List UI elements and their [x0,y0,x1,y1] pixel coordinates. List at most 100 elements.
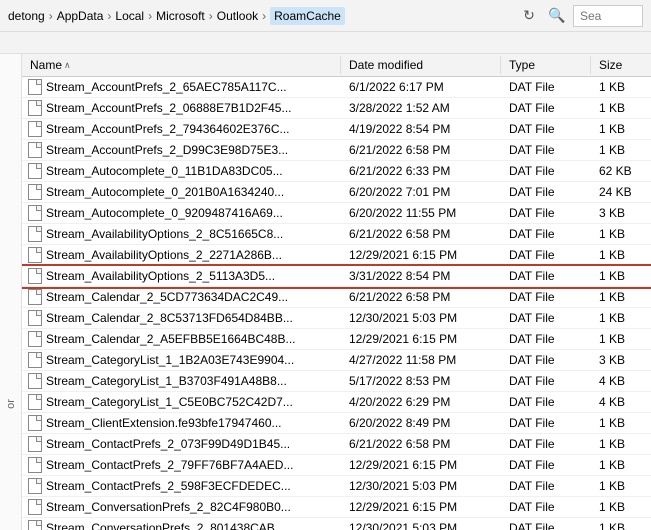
file-type-cell: DAT File [501,245,591,265]
table-row[interactable]: Stream_ClientExtension.fe93bfe17947460..… [22,413,651,434]
table-row[interactable]: Stream_ConversationPrefs_2_82C4F980B0...… [22,497,651,518]
table-row[interactable]: Stream_ContactPrefs_2_073F99D49D1B45...6… [22,434,651,455]
file-size-cell: 1 KB [591,140,651,160]
breadcrumb-outlook[interactable]: Outlook [217,9,258,23]
breadcrumb-appdata[interactable]: AppData [57,9,104,23]
file-type-cell: DAT File [501,203,591,223]
file-icon [28,268,42,284]
file-name-text: Stream_AccountPrefs_2_794364602E376C... [46,122,290,136]
file-icon [28,79,42,95]
file-type-cell: DAT File [501,455,591,475]
table-row[interactable]: Stream_Calendar_2_8C53713FD654D84BB...12… [22,308,651,329]
file-size-cell: 4 KB [591,392,651,412]
column-headers: Name ∧ Date modified Type Size [22,54,651,77]
file-icon [28,478,42,494]
table-row[interactable]: Stream_ContactPrefs_2_598F3ECFDEDEC...12… [22,476,651,497]
file-type-cell: DAT File [501,392,591,412]
file-type-cell: DAT File [501,308,591,328]
breadcrumb-microsoft[interactable]: Microsoft [156,9,205,23]
col-sort-arrow-name: ∧ [64,60,71,71]
file-name-text: Stream_ClientExtension.fe93bfe17947460..… [46,416,282,430]
file-date-cell: 6/21/2022 6:58 PM [341,434,501,454]
file-size-cell: 24 KB [591,182,651,202]
file-name-cell: Stream_AccountPrefs_2_06888E7B1D2F45... [22,98,341,118]
table-row[interactable]: Stream_AvailabilityOptions_2_2271A286B..… [22,245,651,266]
file-type-cell: DAT File [501,98,591,118]
search-input[interactable] [573,5,643,27]
table-row[interactable]: Stream_CategoryList_1_C5E0BC752C42D7...4… [22,392,651,413]
file-date-cell: 12/30/2021 5:03 PM [341,308,501,328]
file-icon [28,205,42,221]
file-icon [28,289,42,305]
file-icon [28,184,42,200]
file-size-cell: 1 KB [591,266,651,286]
file-size-cell: 1 KB [591,434,651,454]
file-icon [28,436,42,452]
file-icon [28,499,42,515]
file-name-text: Stream_CategoryList_1_1B2A03E743E9904... [46,353,294,367]
file-type-cell: DAT File [501,434,591,454]
file-name-text: Stream_AvailabilityOptions_2_5113A3D5... [46,269,275,283]
file-date-cell: 5/17/2022 8:53 PM [341,371,501,391]
file-name-text: Stream_AccountPrefs_2_06888E7B1D2F45... [46,101,291,115]
file-date-cell: 12/30/2021 5:03 PM [341,518,501,530]
refresh-button[interactable]: ↻ [517,4,541,28]
file-date-cell: 4/27/2022 11:58 PM [341,350,501,370]
col-header-size[interactable]: Size [591,56,651,74]
toolbar [0,32,651,54]
table-row[interactable]: Stream_AccountPrefs_2_06888E7B1D2F45... 3… [22,98,651,119]
file-icon [28,100,42,116]
file-date-cell: 12/30/2021 5:03 PM [341,476,501,496]
table-row[interactable]: Stream_AccountPrefs_2_794364602E376C... 4… [22,119,651,140]
file-rows: Stream_AccountPrefs_2_65AEC785A117C... 6/… [22,77,651,530]
table-row[interactable]: Stream_CategoryList_1_B3703F491A48B8...5… [22,371,651,392]
file-date-cell: 6/21/2022 6:58 PM [341,287,501,307]
col-header-name[interactable]: Name ∧ [22,56,341,74]
breadcrumb-sep-5: › [262,9,266,23]
table-row[interactable]: Stream_Calendar_2_5CD773634DAC2C49... 6/2… [22,287,651,308]
table-row[interactable]: Stream_ContactPrefs_2_79FF76BF7A4AED...1… [22,455,651,476]
file-date-cell: 3/28/2022 1:52 AM [341,98,501,118]
file-name-cell: Stream_Calendar_2_A5EFBB5E1664BC48B... [22,329,341,349]
file-icon [28,331,42,347]
file-name-text: Stream_Calendar_2_5CD773634DAC2C49... [46,290,288,304]
file-name-text: Stream_Autocomplete_0_11B1DA83DC05... [46,164,283,178]
file-type-cell: DAT File [501,77,591,97]
table-row[interactable]: Stream_Autocomplete_0_11B1DA83DC05...6/2… [22,161,651,182]
file-date-cell: 6/20/2022 8:49 PM [341,413,501,433]
table-row[interactable]: Stream_Autocomplete_0_201B0A1634240...6/… [22,182,651,203]
file-size-cell: 1 KB [591,287,651,307]
breadcrumb-roamcache[interactable]: RoamCache [270,7,345,25]
file-name-cell: Stream_AccountPrefs_2_65AEC785A117C... [22,77,341,97]
file-icon [28,163,42,179]
file-type-cell: DAT File [501,182,591,202]
table-row[interactable]: Stream_Calendar_2_A5EFBB5E1664BC48B...12… [22,329,651,350]
table-row[interactable]: Stream_CategoryList_1_1B2A03E743E9904...… [22,350,651,371]
file-size-cell: 1 KB [591,77,651,97]
file-date-cell: 6/21/2022 6:58 PM [341,140,501,160]
table-row[interactable]: Stream_AccountPrefs_2_65AEC785A117C...6/… [22,77,651,98]
col-header-type[interactable]: Type [501,56,591,74]
file-name-cell: Stream_ConversationPrefs_2_82C4F980B0... [22,497,341,517]
col-header-date[interactable]: Date modified [341,56,501,74]
file-date-cell: 12/29/2021 6:15 PM [341,245,501,265]
table-row[interactable]: Stream_AccountPrefs_2_D99C3E98D75E3...6/… [22,140,651,161]
table-row[interactable]: Stream_Autocomplete_0_9209487416A69...6/… [22,203,651,224]
file-name-cell: Stream_AvailabilityOptions_2_5113A3D5... [22,266,341,286]
file-name-cell: Stream_Calendar_2_8C53713FD654D84BB... [22,308,341,328]
breadcrumb-detong[interactable]: detong [8,9,45,23]
table-row[interactable]: Stream_AvailabilityOptions_2_8C51665C8..… [22,224,651,245]
breadcrumb-local[interactable]: Local [115,9,144,23]
file-name-cell: Stream_ContactPrefs_2_598F3ECFDEDEC... [22,476,341,496]
file-type-cell: DAT File [501,161,591,181]
file-name-text: Stream_ConversationPrefs_2_801438CAB... [46,521,285,530]
file-size-cell: 3 KB [591,350,651,370]
file-name-text: Stream_Autocomplete_0_201B0A1634240... [46,185,284,199]
file-date-cell: 4/19/2022 8:54 PM [341,119,501,139]
table-row[interactable]: Stream_AvailabilityOptions_2_5113A3D5...… [22,266,651,287]
search-button[interactable]: 🔍 [545,4,569,28]
file-icon [28,373,42,389]
table-row[interactable]: Stream_ConversationPrefs_2_801438CAB... 1… [22,518,651,530]
file-type-cell: DAT File [501,224,591,244]
file-type-cell: DAT File [501,287,591,307]
